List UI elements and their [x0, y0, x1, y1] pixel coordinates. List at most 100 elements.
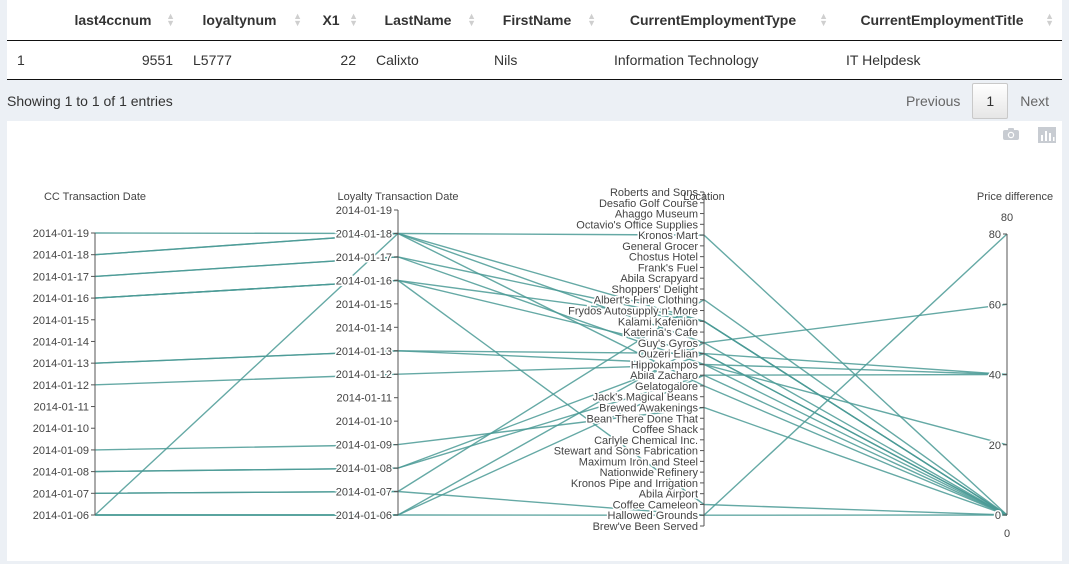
tick-label: 2014-01-09 [33, 445, 89, 457]
sort-icon: ▲ ▼ [293, 11, 302, 28]
parallel-coordinates-plot: 2014-01-06 2014-01-07 2014-01-08 2014-01-09… [7, 121, 1062, 561]
tick-label: 80 [989, 229, 1001, 241]
tick-label: Coffee Cameleon [613, 499, 698, 511]
tick-label: Ouzeri Elian [638, 349, 698, 361]
data-line-11 [94, 406, 1008, 516]
cell-employment-type: Information Technology [604, 40, 836, 80]
tick-label: 2014-01-18 [33, 250, 89, 262]
tick-label: Brew've Been Served [593, 521, 698, 533]
tick-label: 2014-01-08 [336, 463, 392, 475]
axis-title-0: CC Transaction Date [44, 191, 146, 203]
tick-label: 2014-01-19 [33, 228, 89, 240]
tick-label: Carlyle Chemical Inc. [594, 435, 698, 447]
tick-label: 2014-01-10 [33, 423, 89, 435]
sort-icon: ▲ ▼ [1045, 11, 1054, 28]
tick-label: 2014-01-13 [336, 346, 392, 358]
table-info: Showing 1 to 1 of 1 entries [7, 93, 173, 109]
data-line-5 [94, 279, 1008, 516]
column-header-last4ccnum[interactable]: last4ccnum ▲ ▼ [57, 0, 183, 41]
data-line-7 [94, 279, 1008, 516]
sort-icon: ▲ ▼ [467, 11, 476, 28]
tick-label: Abila Airport [639, 489, 698, 501]
cell-index: 1 [7, 40, 57, 80]
tick-label: Chostus Hotel [629, 252, 698, 264]
tick-label: Nationwide Refinery [600, 467, 699, 479]
tick-label: 2014-01-18 [336, 228, 392, 240]
data-line-3 [94, 256, 1008, 516]
cell-x1: 22 [310, 40, 366, 80]
tick-label: 2014-01-09 [336, 440, 392, 452]
tick-label: Jack's Magical Beans [593, 392, 699, 404]
tick-label: Octavio's Office Supplies [576, 219, 698, 231]
cell-employment-title: IT Helpdesk [836, 40, 1062, 80]
data-table: last4ccnum ▲ ▼ loyaltynum ▲ ▼ X1 ▲ ▼ LastName ▲… [7, 0, 1062, 80]
data-line-6 [94, 279, 1008, 516]
tick-label: Kronos Mart [638, 230, 698, 242]
sort-icon: ▲ ▼ [349, 11, 358, 28]
range-label-min: 0 [1004, 528, 1010, 540]
tick-label: Katerina's Cafe [623, 327, 698, 339]
parcoords-svg: 2014-01-06 2014-01-07 2014-01-08 2014-01-09… [31, 186, 1053, 541]
tick-label: Ahaggo Museum [615, 209, 698, 221]
sort-icon: ▲ ▼ [819, 11, 828, 28]
column-header-index [7, 0, 57, 41]
data-line-14 [94, 298, 1008, 516]
previous-page-button[interactable]: Previous [894, 85, 972, 117]
tick-label: 2014-01-08 [33, 467, 89, 479]
tick-label: Maximum Iron and Steel [579, 456, 698, 468]
table-row[interactable]: 1 9551 L5777 22 Calixto Nils Information… [7, 40, 1062, 80]
tick-label: Gelatogalore [635, 381, 698, 393]
tick-label: 2014-01-12 [33, 380, 89, 392]
column-header-firstname[interactable]: FirstName ▲ ▼ [484, 0, 604, 41]
tick-label: 2014-01-06 [336, 510, 392, 522]
range-label-max: 80 [1001, 212, 1013, 224]
axis-title-1: Loyalty Transaction Date [337, 191, 458, 203]
tick-label: 2014-01-17 [33, 271, 89, 283]
next-page-button[interactable]: Next [1008, 85, 1061, 117]
cell-last4ccnum: 9551 [57, 40, 183, 80]
tick-label: 0 [995, 510, 1001, 522]
tick-label: General Grocer [622, 241, 698, 253]
tick-label: Bean There Done That [586, 413, 698, 425]
tick-label: 2014-01-16 [336, 275, 392, 287]
tick-label: Abila Scrapyard [620, 273, 698, 285]
data-line-18 [95, 303, 1008, 516]
tick-label: Hallowed Grounds [608, 510, 699, 522]
tick-label: 2014-01-16 [33, 293, 89, 305]
tick-label: 2014-01-17 [336, 252, 392, 264]
cell-lastname: Calixto [366, 40, 484, 80]
sort-icon: ▲ ▼ [166, 11, 175, 28]
tick-label: 2014-01-11 [337, 393, 392, 405]
column-header-employment-title[interactable]: CurrentEmploymentTitle ▲ ▼ [836, 0, 1062, 41]
axis-title-3: Price difference [977, 191, 1053, 203]
tick-label: 2014-01-06 [33, 510, 89, 522]
tick-label: 60 [989, 299, 1001, 311]
tick-label: Brewed Awakenings [599, 402, 698, 414]
column-header-x1[interactable]: X1 ▲ ▼ [310, 0, 366, 41]
column-header-employment-type[interactable]: CurrentEmploymentType ▲ ▼ [604, 0, 836, 41]
page-1-button[interactable]: 1 [972, 83, 1009, 119]
column-header-lastname[interactable]: LastName ▲ ▼ [366, 0, 484, 41]
column-header-loyaltynum[interactable]: loyaltynum ▲ ▼ [183, 0, 310, 41]
tick-label: Frydos Autosupply n' More [568, 306, 698, 318]
cell-firstname: Nils [484, 40, 604, 80]
tick-label: Coffee Shack [632, 424, 698, 436]
tick-label: Guy's Gyros [638, 338, 699, 350]
tick-label: 2014-01-14 [33, 336, 89, 348]
tick-label: 2014-01-19 [336, 205, 392, 217]
pagination: Previous 1 Next [894, 83, 1061, 119]
tick-label: 20 [989, 440, 1001, 452]
data-table-container: last4ccnum ▲ ▼ loyaltynum ▲ ▼ X1 ▲ ▼ LastName ▲… [7, 0, 1062, 80]
tick-label: Frank's Fuel [638, 262, 698, 274]
tick-label: 2014-01-07 [33, 488, 89, 500]
tick-label: Shoppers' Delight [612, 284, 699, 296]
table-header: last4ccnum ▲ ▼ loyaltynum ▲ ▼ X1 ▲ ▼ LastName ▲… [7, 0, 1062, 41]
tick-label: 2014-01-15 [336, 299, 392, 311]
tick-label: 40 [989, 370, 1001, 382]
tick-label: Hippokampos [631, 359, 699, 371]
data-line-8 [94, 350, 1008, 376]
tick-label: Stewart and Sons Fabrication [554, 446, 698, 458]
tick-label: Albert's Fine Clothing [594, 295, 698, 307]
tick-label: 2014-01-10 [336, 416, 392, 428]
data-line-12 [94, 352, 1008, 516]
